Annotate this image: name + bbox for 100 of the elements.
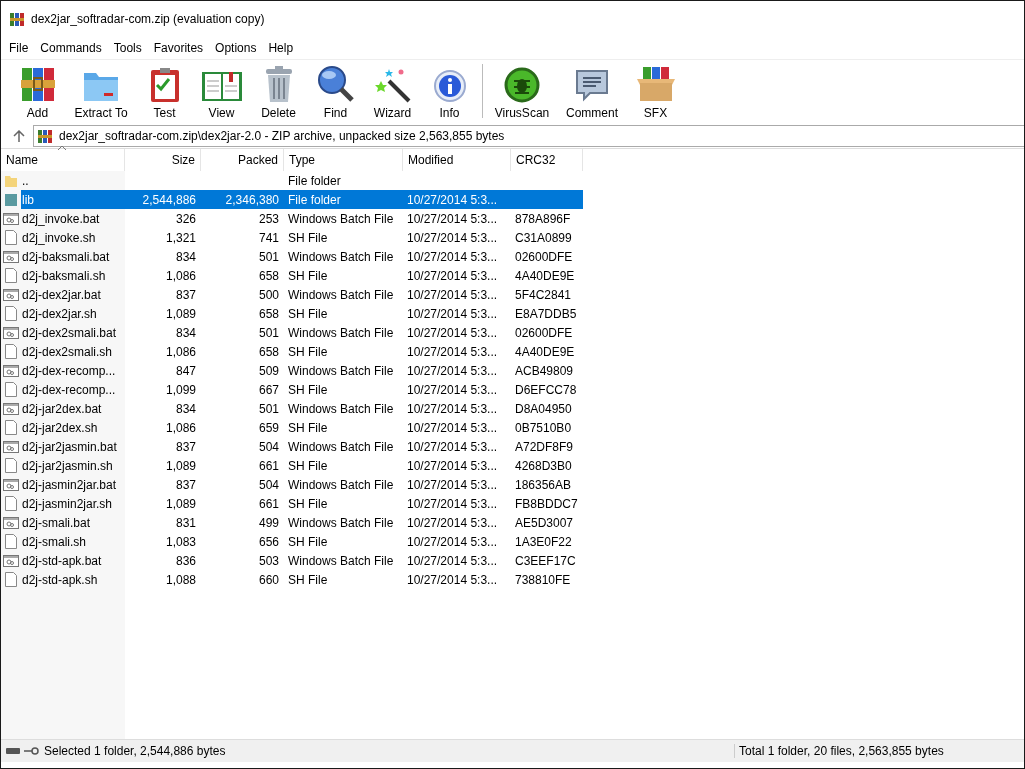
batch-file-icon — [3, 363, 19, 378]
file-name[interactable]: d2j-jar2jasmin.bat — [21, 437, 125, 456]
file-name[interactable]: d2j-dex2jar.sh — [21, 304, 125, 323]
file-icon — [5, 306, 17, 321]
file-name[interactable]: d2j-dex2jar.bat — [21, 285, 125, 304]
toolbar-button[interactable]: Wizard — [364, 62, 421, 120]
table-cell-text: 10/27/2014 5:3... — [406, 571, 499, 589]
batch-file-icon — [3, 477, 19, 492]
table-cell-text: 1,089 — [164, 495, 197, 513]
table-cell-text: 10/27/2014 5:3... — [406, 191, 499, 209]
table-cell-text: 659 — [257, 419, 280, 437]
table-cell-text: 501 — [257, 248, 280, 266]
file-name[interactable]: d2j-dex2smali.sh — [21, 342, 125, 361]
table-cell-text: 1,088 — [164, 571, 197, 589]
menu-item[interactable]: File — [3, 41, 35, 55]
table-cell-text: 02600DFE — [514, 248, 574, 266]
file-name[interactable]: d2j-jar2jasmin.sh — [21, 456, 125, 475]
toolbar-button[interactable]: VirusScan — [487, 62, 557, 120]
file-icon — [5, 496, 17, 511]
table-cell-text: ACB49809 — [514, 362, 575, 380]
table-cell-text: SH File — [287, 229, 329, 247]
selection-highlight[interactable]: lib 2,544,886 2,346,380 File folder 10/27/2014 5:3... — [21, 190, 583, 209]
file-name[interactable]: d2j-jar2dex.bat — [21, 399, 125, 418]
file-name[interactable]: d2j_invoke.bat — [21, 209, 125, 228]
table-cell-text: SH File — [287, 419, 329, 437]
toolbar-button[interactable]: Add — [9, 62, 66, 120]
magic-wand-icon — [374, 67, 411, 103]
file-name[interactable]: d2j-baksmali.bat — [21, 247, 125, 266]
up-arrow-icon[interactable] — [13, 130, 25, 142]
toolbar-button[interactable]: Test — [136, 62, 193, 120]
batch-file-icon — [3, 325, 19, 340]
table-cell-text: Windows Batch File — [287, 362, 395, 380]
table-cell-text: 10/27/2014 5:3... — [406, 533, 499, 551]
toolbar-button[interactable]: Delete — [250, 62, 307, 120]
address-field[interactable]: dex2jar_softradar-com.zip\dex2jar-2.0 - ZIP archive, unpacked size 2,563,855 bytes — [33, 125, 1024, 147]
table-cell-text: 10/27/2014 5:3... — [406, 248, 499, 266]
sort-caret-icon — [57, 145, 67, 151]
menu-item[interactable]: Commands — [34, 41, 108, 55]
file-name[interactable]: d2j-dex2smali.bat — [21, 323, 125, 342]
file-name[interactable]: d2j-dex-recomp... — [21, 380, 125, 399]
table-cell-text: 10/27/2014 5:3... — [406, 457, 499, 475]
file-name[interactable]: d2j-jasmin2jar.bat — [21, 475, 125, 494]
table-cell-text: 661 — [257, 457, 280, 475]
file-name[interactable]: d2j-jasmin2jar.sh — [21, 494, 125, 513]
toolbar-button[interactable]: Find — [307, 62, 364, 120]
table-cell-text: Windows Batch File — [287, 248, 395, 266]
table-cell-text: Windows Batch File — [287, 552, 395, 570]
table-cell-text: 1,089 — [164, 457, 197, 475]
file-name[interactable]: lib — [21, 190, 125, 209]
table-cell-text: 501 — [257, 324, 280, 342]
table-cell-text: 658 — [257, 305, 280, 323]
table-cell-text: D8A04950 — [514, 400, 573, 418]
toolbar-button[interactable]: Info — [421, 62, 478, 120]
menu-item[interactable]: Help — [262, 41, 300, 55]
file-name[interactable]: d2j-smali.bat — [21, 513, 125, 532]
table-cell-text: 658 — [257, 267, 280, 285]
table-cell-text: 503 — [257, 552, 280, 570]
file-name[interactable]: .. — [21, 171, 125, 190]
batch-file-icon — [3, 211, 19, 226]
table-cell-text: SH File — [287, 457, 329, 475]
file-name[interactable]: d2j-dex-recomp... — [21, 361, 125, 380]
table-cell-text: 10/27/2014 5:3... — [406, 495, 499, 513]
table-cell-text: 10/27/2014 5:3... — [406, 438, 499, 456]
table-cell-text: 1,321 — [164, 229, 197, 247]
toolbar-button[interactable]: Extract To — [66, 62, 136, 120]
table-cell-text: 10/27/2014 5:3... — [406, 400, 499, 418]
batch-file-icon — [3, 515, 19, 530]
table-cell-text: SH File — [287, 533, 329, 551]
archive-icon — [9, 11, 25, 27]
table-cell-text: SH File — [287, 343, 329, 361]
toolbar-button[interactable]: SFX — [627, 62, 684, 120]
menu-item[interactable]: Tools — [107, 41, 148, 55]
menu-item[interactable]: Options — [209, 41, 263, 55]
toolbar-button[interactable]: View — [193, 62, 250, 120]
table-cell-text: 738810FE — [514, 571, 572, 589]
search-icon — [316, 65, 355, 103]
table-cell-text: 656 — [257, 533, 280, 551]
open-book-icon — [200, 69, 243, 103]
table-cell-text: SH File — [287, 571, 329, 589]
table-cell-text: 1,086 — [164, 419, 197, 437]
batch-file-icon — [3, 401, 19, 416]
file-name[interactable]: d2j-jar2dex.sh — [21, 418, 125, 437]
info-icon — [432, 69, 467, 103]
file-name[interactable]: d2j-baksmali.sh — [21, 266, 125, 285]
file-name[interactable]: d2j-std-apk.bat — [21, 551, 125, 570]
file-name[interactable]: d2j-smali.sh — [21, 532, 125, 551]
file-name[interactable]: d2j_invoke.sh — [21, 228, 125, 247]
table-cell-text: SH File — [287, 267, 329, 285]
trash-icon — [263, 65, 294, 103]
table-cell-text: 661 — [257, 495, 280, 513]
file-icon — [5, 344, 17, 359]
file-name[interactable]: d2j-std-apk.sh — [21, 570, 125, 589]
table-cell-text: 10/27/2014 5:3... — [406, 362, 499, 380]
toolbar-button[interactable]: Comment — [557, 62, 627, 120]
clipboard-icon — [148, 67, 181, 103]
table-cell-text: 1,086 — [164, 343, 197, 361]
drive-icon — [6, 747, 20, 755]
table-cell-text: SH File — [287, 305, 329, 323]
menu-item[interactable]: Favorites — [147, 41, 210, 55]
table-cell-text: 847 — [174, 362, 197, 380]
